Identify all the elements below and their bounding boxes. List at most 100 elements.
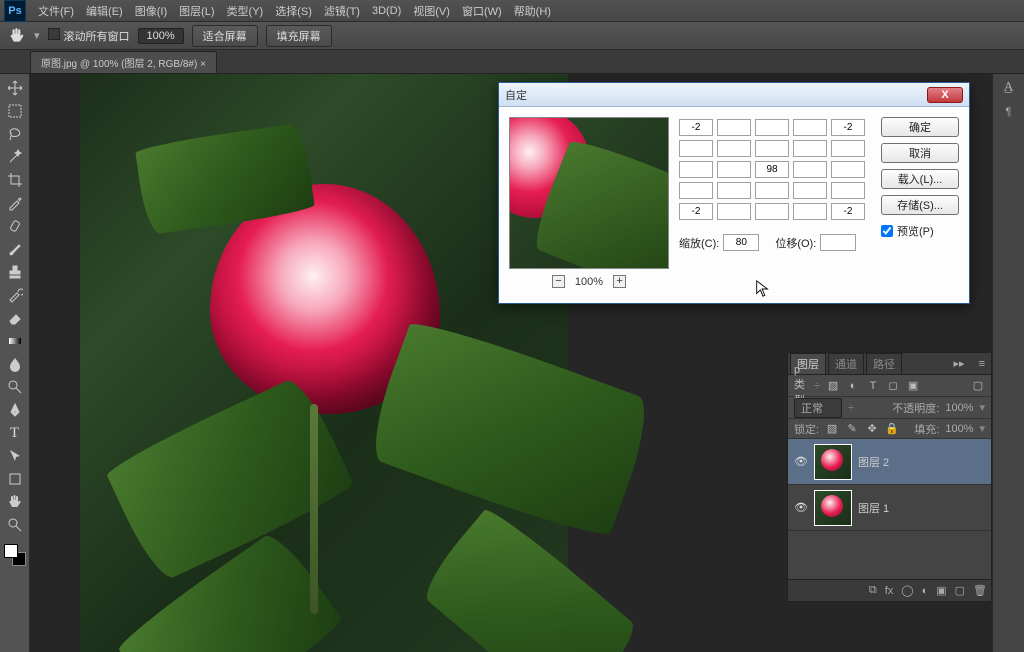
type-tool-icon[interactable]: T [4,423,26,443]
m-2-2[interactable] [755,161,789,178]
adjust-icon[interactable]: ◐ [922,585,929,597]
new-layer-icon[interactable]: ▢ [955,584,965,597]
filter-shape-icon[interactable]: ◻ [886,379,900,393]
kind-filter[interactable]: p 类型 [794,379,808,393]
m-4-0[interactable] [679,203,713,220]
group-icon[interactable]: ▣ [936,584,946,597]
fit-screen-button[interactable]: 适合屏幕 [192,25,258,47]
color-swatch[interactable] [4,544,26,566]
ok-button[interactable]: 确定 [881,117,959,137]
layer-name[interactable]: 图层 2 [858,454,889,470]
fill-screen-button[interactable]: 填充屏幕 [266,25,332,47]
offset-input[interactable] [820,234,856,251]
m-0-4[interactable] [831,119,865,136]
filter-toggle-icon[interactable]: ▢ [971,379,985,393]
m-3-0[interactable] [679,182,713,199]
lock-paint-icon[interactable]: ✎ [845,422,859,436]
tab-channels[interactable]: 通道 [828,353,864,374]
lock-pos-icon[interactable]: ✥ [865,422,879,436]
zoom-out-button[interactable]: − [552,275,565,288]
menu-edit[interactable]: 编辑(E) [80,1,129,21]
m-2-1[interactable] [717,161,751,178]
lock-trans-icon[interactable]: ▧ [825,422,839,436]
zoom-value[interactable]: 100% [138,28,184,44]
m-0-1[interactable] [717,119,751,136]
layer-name[interactable]: 图层 1 [858,500,889,516]
collapse-icon[interactable]: ▸▸ [948,355,971,372]
m-3-3[interactable] [793,182,827,199]
visibility-icon[interactable]: 👁 [794,501,808,515]
char-panel-icon[interactable]: A̲ [1003,80,1013,96]
scale-input[interactable] [723,234,759,251]
blend-mode-select[interactable]: 正常 [794,398,842,418]
m-1-1[interactable] [717,140,751,157]
menu-image[interactable]: 图像(I) [129,1,173,21]
paragraph-panel-icon[interactable]: ¶ [1006,106,1012,118]
lock-all-icon[interactable]: 🔒 [885,422,899,436]
dodge-tool-icon[interactable] [4,377,26,397]
menu-window[interactable]: 窗口(W) [456,1,508,21]
layer-row[interactable]: 👁 图层 2 [788,439,991,485]
m-2-0[interactable] [679,161,713,178]
m-4-1[interactable] [717,203,751,220]
zoom-in-button[interactable]: + [613,275,626,288]
stamp-tool-icon[interactable] [4,262,26,282]
preview-image[interactable] [509,117,669,269]
m-3-2[interactable] [755,182,789,199]
close-button[interactable]: X [927,87,963,103]
menu-view[interactable]: 视图(V) [407,1,456,21]
layer-thumb[interactable] [814,490,852,526]
filter-adjust-icon[interactable]: ◐ [846,379,860,393]
cancel-button[interactable]: 取消 [881,143,959,163]
document-tab[interactable]: 原图.jpg @ 100% (图层 2, RGB/8#) × [30,51,217,73]
menu-3d[interactable]: 3D(D) [366,3,407,19]
menu-layer[interactable]: 图层(L) [173,1,220,21]
filter-type-icon[interactable]: T [866,379,880,393]
move-tool-icon[interactable] [4,78,26,98]
eyedropper-tool-icon[interactable] [4,193,26,213]
visibility-icon[interactable]: 👁 [794,455,808,469]
scroll-all-checkbox[interactable]: 滚动所有窗口 [48,28,130,44]
m-3-4[interactable] [831,182,865,199]
load-button[interactable]: 载入(L)... [881,169,959,189]
mask-icon[interactable]: ◯ [901,584,913,597]
shape-tool-icon[interactable] [4,469,26,489]
tab-paths[interactable]: 路径 [866,353,902,374]
opacity-value[interactable]: 100% [945,402,973,414]
gradient-tool-icon[interactable] [4,331,26,351]
layer-thumb[interactable] [814,444,852,480]
m-2-4[interactable] [831,161,865,178]
lasso-tool-icon[interactable] [4,124,26,144]
link-icon[interactable]: ⧉ [869,584,877,597]
menu-select[interactable]: 选择(S) [269,1,318,21]
brush-tool-icon[interactable] [4,239,26,259]
marquee-tool-icon[interactable] [4,101,26,121]
save-button[interactable]: 存储(S)... [881,195,959,215]
menu-file[interactable]: 文件(F) [32,1,80,21]
m-0-3[interactable] [793,119,827,136]
m-0-0[interactable] [679,119,713,136]
m-1-4[interactable] [831,140,865,157]
crop-tool-icon[interactable] [4,170,26,190]
history-brush-tool-icon[interactable] [4,285,26,305]
fill-value[interactable]: 100% [945,423,973,435]
eraser-tool-icon[interactable] [4,308,26,328]
heal-tool-icon[interactable] [4,216,26,236]
layer-row[interactable]: 👁 图层 1 [788,485,991,531]
pen-tool-icon[interactable] [4,400,26,420]
path-select-tool-icon[interactable] [4,446,26,466]
m-1-3[interactable] [793,140,827,157]
m-4-2[interactable] [755,203,789,220]
wand-tool-icon[interactable] [4,147,26,167]
m-0-2[interactable] [755,119,789,136]
filter-smart-icon[interactable]: ▣ [906,379,920,393]
hand-tool-icon-2[interactable] [4,492,26,512]
m-1-0[interactable] [679,140,713,157]
preview-checkbox[interactable]: 预览(P) [881,223,959,239]
dialog-titlebar[interactable]: 自定 X [499,83,969,107]
panel-menu-icon[interactable]: ≡ [973,356,991,372]
blur-tool-icon[interactable] [4,354,26,374]
m-4-3[interactable] [793,203,827,220]
dropdown-icon[interactable]: ▾ [34,29,40,42]
delete-icon[interactable]: 🗑 [973,584,987,597]
